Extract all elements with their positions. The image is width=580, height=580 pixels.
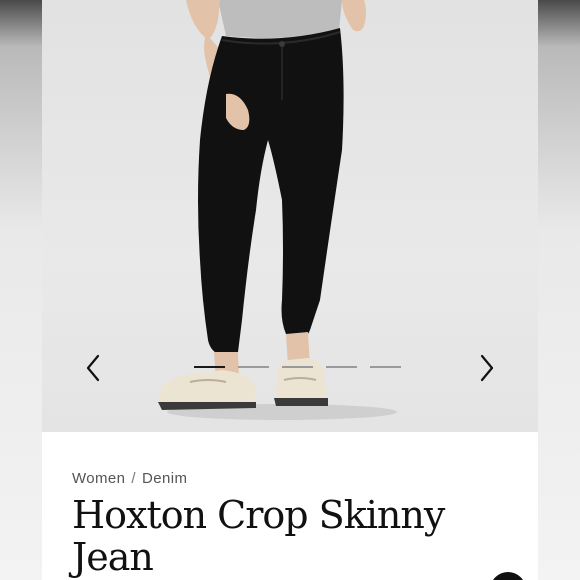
carousel-page-indicator[interactable] [370,366,401,368]
carousel-page-indicator[interactable] [282,366,313,368]
next-image-button[interactable] [470,350,504,386]
right-backdrop [538,0,580,580]
product-image-carousel[interactable] [42,0,538,432]
previous-image-button[interactable] [76,350,110,386]
breadcrumb-link-women[interactable]: Women [72,470,125,487]
chevron-right-icon [480,354,494,382]
product-info: Women / Denim Hoxton Crop Skinny Jean [42,432,538,580]
chevron-left-icon [86,354,100,382]
product-title: Hoxton Crop Skinny Jean [72,493,445,579]
carousel-page-indicator[interactable] [194,366,225,368]
carousel-pagination [194,366,401,368]
product-page: Women / Denim Hoxton Crop Skinny Jean [42,0,538,580]
left-backdrop [0,0,42,580]
breadcrumb: Women / Denim [72,470,187,487]
floating-action-button[interactable] [490,572,526,580]
breadcrumb-link-denim[interactable]: Denim [142,470,187,487]
breadcrumb-separator: / [131,470,136,487]
carousel-page-indicator[interactable] [326,366,357,368]
carousel-page-indicator[interactable] [238,366,269,368]
